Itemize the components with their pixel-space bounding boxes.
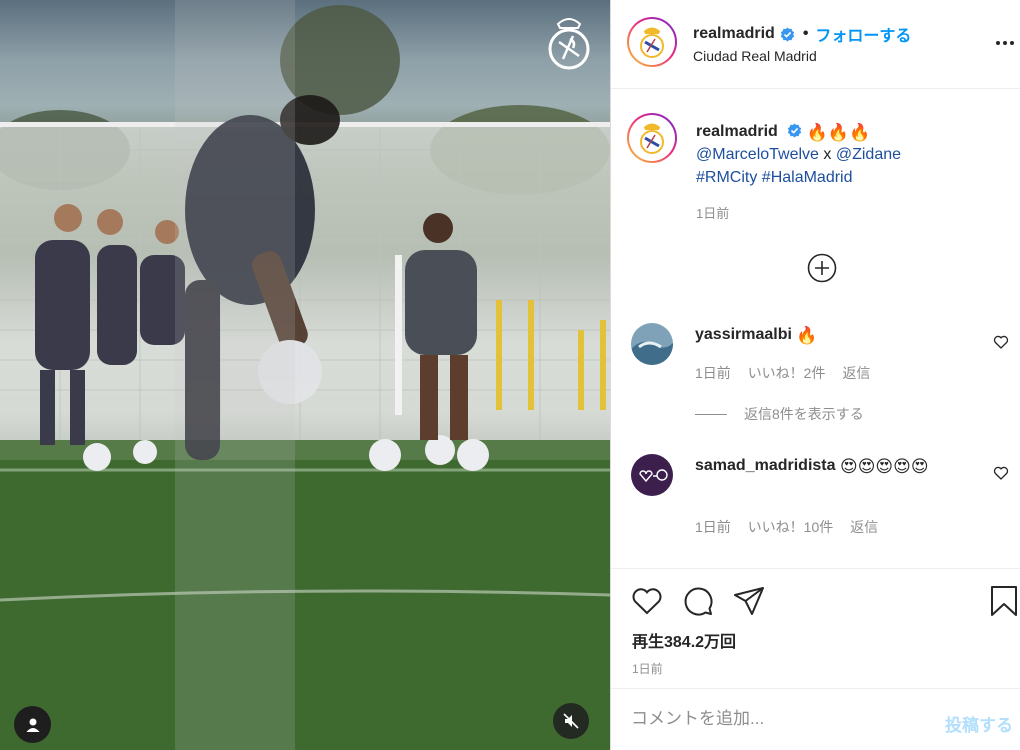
caption-avatar[interactable]: [627, 113, 677, 163]
mention-link[interactable]: @MarceloTwelve: [696, 146, 819, 163]
post-comment-button[interactable]: 投稿する: [945, 711, 1013, 736]
video-frame: [0, 0, 610, 750]
comment-meta: 1日前 いいね！10件 返信: [695, 517, 891, 537]
real-madrid-crest-icon: [548, 18, 590, 70]
post-side-panel: realmadrid • フォローする Ciudad Real Madrid r…: [610, 0, 1020, 750]
author-username[interactable]: realmadrid: [693, 25, 775, 43]
comment-icon[interactable]: [681, 584, 715, 618]
reply-button[interactable]: 返信: [850, 519, 878, 535]
comment-text: 😍😍😍😍😍: [839, 457, 929, 476]
mention-link[interactable]: @Zidane: [836, 146, 901, 163]
post-actions: 再生384.2万回 1日前: [611, 568, 1020, 688]
view-count[interactable]: 再生384.2万回: [632, 628, 736, 652]
comment-timestamp: 1日前: [695, 365, 731, 381]
caption-timestamp: 1日前: [696, 206, 730, 221]
author-avatar[interactable]: [627, 17, 677, 67]
caption-text: realmadrid 🔥🔥🔥 @MarceloTwelve x @Zidane …: [696, 120, 996, 189]
view-replies-button[interactable]: 返信8件を表示する: [695, 404, 864, 424]
real-madrid-crest-icon: [640, 27, 664, 58]
more-options-icon[interactable]: [994, 33, 1016, 53]
reply-button[interactable]: 返信: [842, 365, 870, 381]
comment-likes[interactable]: いいね！10件: [748, 519, 834, 535]
heart-icon[interactable]: [993, 334, 1009, 350]
heart-icon[interactable]: [630, 584, 664, 618]
commenter-avatar[interactable]: [631, 323, 673, 365]
post-header: realmadrid • フォローする Ciudad Real Madrid: [611, 0, 1020, 89]
muted-speaker-icon: [563, 713, 579, 729]
user-tag-button[interactable]: [14, 706, 51, 743]
comment-meta: 1日前 いいね！2件 返信: [695, 363, 883, 383]
comment-text: 🔥: [796, 326, 818, 345]
caption-emoji: 🔥🔥🔥: [806, 123, 871, 142]
comment-timestamp: 1日前: [695, 519, 731, 535]
follow-button[interactable]: フォローする: [815, 22, 911, 46]
hashtag-link[interactable]: #RMCity: [696, 169, 757, 186]
mute-toggle-button[interactable]: [553, 703, 589, 739]
bookmark-icon[interactable]: [987, 584, 1020, 618]
verified-badge-icon: [780, 27, 795, 42]
comment-username[interactable]: yassirmaalbi: [695, 326, 792, 343]
commenter-avatar[interactable]: [631, 454, 673, 496]
hashtag-link[interactable]: #HalaMadrid: [762, 169, 853, 186]
caption-username[interactable]: realmadrid: [696, 123, 778, 140]
user-tag-icon: [26, 718, 39, 732]
verified-badge-icon: [787, 123, 802, 138]
real-madrid-crest-icon: [640, 123, 664, 154]
separator-dot: •: [802, 25, 809, 42]
post-timestamp[interactable]: 1日前: [632, 660, 663, 677]
replies-line: [695, 413, 727, 415]
add-circle-icon[interactable]: [807, 253, 837, 283]
view-replies-label: 返信8件を表示する: [744, 406, 864, 422]
add-comment-bar: 投稿する: [611, 688, 1020, 750]
comment-username[interactable]: samad_madridista: [695, 457, 836, 474]
post-location[interactable]: Ciudad Real Madrid: [693, 48, 817, 64]
comment-likes[interactable]: いいね！2件: [748, 365, 826, 381]
comment-input[interactable]: [631, 709, 931, 729]
heart-icon[interactable]: [993, 465, 1009, 481]
share-icon[interactable]: [732, 584, 766, 618]
post-video[interactable]: [0, 0, 610, 750]
caption-separator: x: [823, 146, 832, 163]
